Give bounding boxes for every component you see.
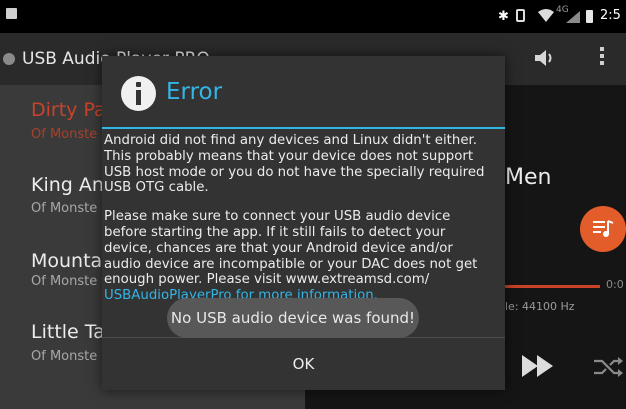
track-title[interactable]: Little Ta (31, 321, 105, 343)
dialog-message: Android did not find any devices and Lin… (104, 133, 501, 304)
track-title[interactable]: Mounta (31, 250, 102, 272)
ok-button[interactable]: OK (102, 338, 505, 390)
bluetooth-icon: ✱ (498, 9, 509, 24)
dialog-title-divider (102, 127, 505, 129)
sample-rate-label: le: 44100 Hz (505, 300, 575, 313)
wifi-icon (538, 9, 554, 22)
dialog-message-line: audio device are incompatible or your DA… (104, 256, 478, 272)
track-artist: Of Monste (31, 201, 98, 216)
shuffle-icon[interactable] (594, 356, 624, 378)
signal-icon (566, 11, 580, 23)
app-icon[interactable] (3, 53, 15, 65)
dialog-message-line: This probably means that your device doe… (104, 148, 474, 164)
clock: 2:5 (600, 8, 621, 23)
status-bar (0, 0, 626, 33)
dialog-title: Error (166, 79, 223, 105)
dialog-message-line: USB host mode or you do not have the spe… (104, 164, 485, 180)
dialog-message-line: USB OTG cable. (104, 180, 209, 196)
dialog-message-line: Please make sure to connect your USB aud… (104, 209, 451, 225)
elapsed-time: 0:0 (606, 278, 624, 291)
progress-bar[interactable] (505, 285, 600, 288)
fast-forward-icon[interactable] (522, 355, 554, 377)
volume-icon[interactable] (533, 48, 557, 68)
track-artist: Of Monste (31, 349, 98, 364)
track-artist: Of Monste (31, 274, 98, 289)
track-artist: Of Monste (31, 127, 98, 142)
vibrate-icon (516, 9, 525, 22)
dialog-message-line: Android did not find any devices and Lin… (104, 133, 477, 148)
toast-message: No USB audio device was found! (167, 298, 419, 338)
dialog-message-line: device, chances are that your Android de… (104, 240, 453, 256)
dialog-message-line: before starting the app. If it still fai… (104, 224, 446, 240)
dialog-message-line[interactable]: enough power. Please visit www.extreamsd… (104, 272, 501, 288)
battery-icon (586, 10, 593, 23)
track-title[interactable]: King An (31, 174, 104, 196)
now-playing-title: Men (505, 165, 552, 190)
track-title[interactable]: Dirty Pa (31, 99, 106, 121)
notification-icon (6, 8, 17, 19)
playlist-music-icon (593, 220, 614, 237)
overflow-menu-icon[interactable] (600, 47, 604, 67)
info-icon (121, 76, 156, 111)
